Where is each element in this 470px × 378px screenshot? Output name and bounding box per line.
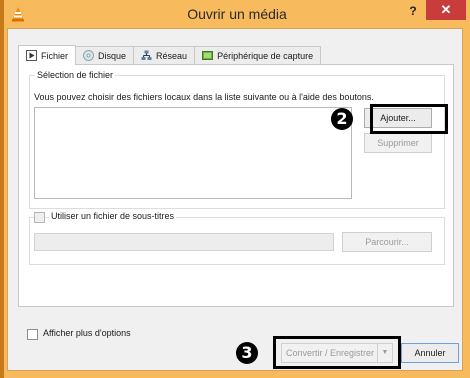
tab-capture-device-label: Périphérique de capture — [217, 50, 314, 61]
cancel-button[interactable]: Annuler — [401, 343, 459, 363]
play-file-icon — [26, 50, 37, 61]
remove-button[interactable]: Supprimer — [364, 133, 432, 153]
subtitle-checkbox[interactable] — [34, 212, 45, 223]
file-selection-label: Sélection de fichier — [35, 70, 116, 80]
highlight-box-add — [370, 104, 448, 134]
subtitle-file-input[interactable] — [34, 233, 334, 251]
tab-network[interactable]: Réseau — [133, 46, 196, 64]
more-options-checkbox[interactable] — [27, 329, 38, 340]
tab-capture-device[interactable]: Périphérique de capture — [194, 46, 322, 64]
capture-device-icon — [202, 51, 214, 60]
open-media-dialog: Ouvrir un média ? ✕ Fichier Disque Résea… — [0, 0, 470, 378]
tab-file-label: Fichier — [41, 50, 69, 61]
subtitle-group: Utiliser un fichier de sous-titres Parco… — [29, 211, 445, 265]
close-button[interactable]: ✕ — [426, 0, 466, 20]
subtitle-checkbox-label: Utiliser un fichier de sous-titres — [49, 211, 177, 221]
tab-disc[interactable]: Disque — [75, 46, 135, 64]
network-icon — [141, 50, 152, 60]
tab-file[interactable]: Fichier — [18, 45, 77, 65]
highlight-box-convert — [273, 336, 401, 369]
window-edge — [0, 0, 4, 378]
tab-bar: Fichier Disque Réseau Périphérique de ca… — [18, 45, 322, 65]
file-selection-group: Sélection de fichier Vous pouvez choisir… — [29, 70, 445, 209]
help-button[interactable]: ? — [400, 2, 426, 20]
step-2-badge: 2 — [331, 108, 353, 130]
file-instruction-text: Vous pouvez choisir des fichiers locaux … — [34, 92, 374, 102]
tab-disc-label: Disque — [98, 50, 127, 61]
more-options-label: Afficher plus d'options — [43, 328, 131, 338]
step-3-badge: 3 — [236, 342, 258, 364]
dialog-body: Fichier Disque Réseau Périphérique de ca… — [7, 28, 463, 371]
tab-network-label: Réseau — [156, 50, 188, 61]
file-list[interactable] — [34, 107, 352, 199]
disc-icon — [83, 50, 95, 61]
title-bar[interactable]: Ouvrir un média ? ✕ — [4, 0, 470, 28]
browse-button[interactable]: Parcourir... — [342, 232, 432, 252]
file-tab-panel: Sélection de fichier Vous pouvez choisir… — [18, 64, 454, 307]
